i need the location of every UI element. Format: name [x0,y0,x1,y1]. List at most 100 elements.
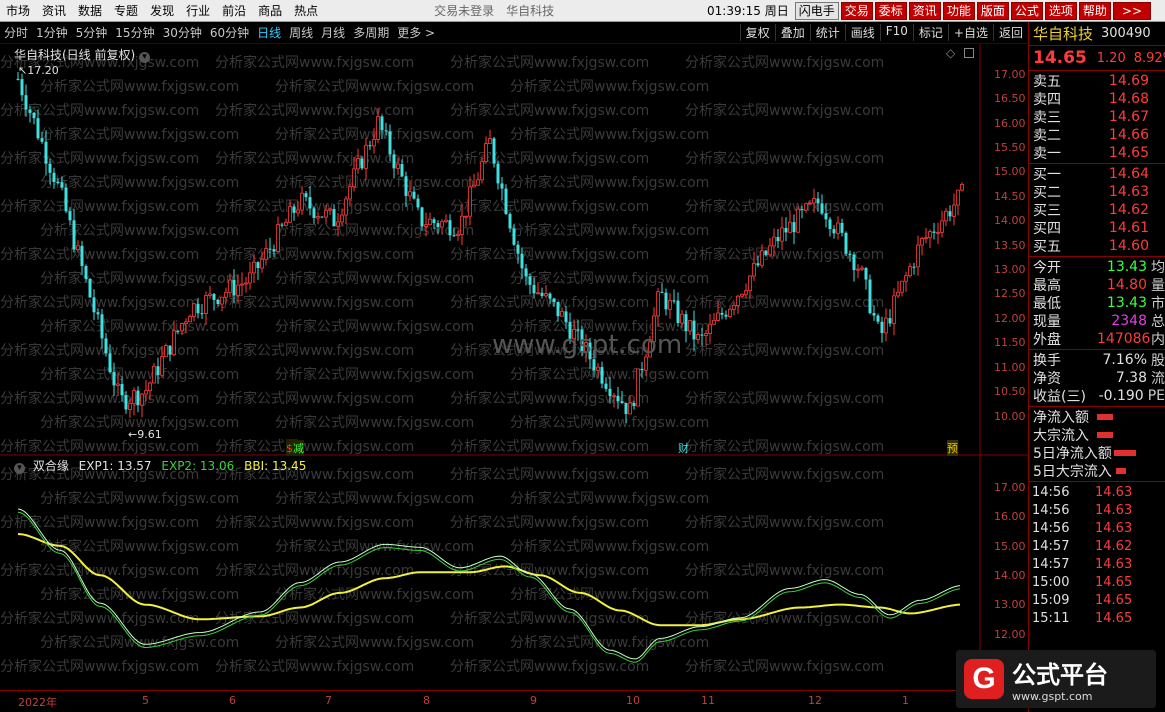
chevron-down-icon[interactable]: ▾ [139,52,151,63]
mark-button[interactable]: 标记 [912,24,948,41]
y-tick: 17.00 [994,481,1026,494]
event-marker-reduce[interactable]: $减 [286,440,304,456]
statistics-button[interactable]: 统计 [809,24,845,41]
bid-row[interactable]: 买一 14.64 [1029,165,1165,183]
bid-row[interactable]: 买二 14.63 [1029,183,1165,201]
login-status[interactable]: 交易未登录 [434,2,494,19]
indicator-menu-icon[interactable]: ▾ [14,463,25,474]
bid-row[interactable]: 买三 14.62 [1029,201,1165,219]
candle-body [448,220,452,236]
candle-body [524,268,528,277]
candlestick-chart[interactable]: 分析家公式网www.fxjgsw.com 分析家公式网www.fxjgsw.com… [0,44,1028,456]
function-button[interactable]: 功能 [942,1,975,20]
ask-row[interactable]: 卖五 14.69 [1029,72,1165,90]
period-multi[interactable]: 多周期 [349,24,393,41]
menu-item-frontier[interactable]: 前沿 [216,2,252,19]
site-logo: G 公式平台 www.gspt.com [956,650,1156,708]
candle-body [508,213,512,229]
period-15min[interactable]: 15分钟 [111,24,158,41]
candle-body [788,221,792,233]
candle-body [32,112,36,119]
ask-label: 卖一 [1033,146,1061,162]
add-watchlist-button[interactable]: +自选 [947,24,993,41]
menu-item-industry[interactable]: 行业 [180,2,216,19]
draw-line-button[interactable]: 画线 [844,24,880,41]
event-marker-forecast[interactable]: 预 [947,440,958,456]
bid-row[interactable]: 买四 14.61 [1029,219,1165,237]
candle-body [264,248,268,260]
candle-body [456,233,460,237]
menu-item-topic[interactable]: 专题 [108,2,144,19]
indicator-chart[interactable]: 分析家公式网www.fxjgsw.com 分析家公式网www.fxjgsw.com… [0,456,1028,690]
flow-row[interactable]: 5日大宗流入 [1029,462,1165,480]
help-button[interactable]: 帮助 [1078,1,1111,20]
menu-item-data[interactable]: 数据 [72,2,108,19]
overlay-button[interactable]: 叠加 [774,24,810,41]
candle-body [424,224,428,227]
indicator-name[interactable]: 双合缘 [33,459,69,473]
stat-value: 14.80 [1106,277,1147,293]
period-1min[interactable]: 1分钟 [32,24,72,41]
y-tick: 10.00 [994,410,1026,423]
menu-item-market[interactable]: 市场 [0,2,36,19]
f10-button[interactable]: F10 [879,24,913,41]
candle-body [436,223,440,227]
y-tick: 13.50 [994,239,1026,252]
candle-body [388,131,392,155]
period-60min[interactable]: 60分钟 [206,24,253,41]
period-more[interactable]: 更多 > [393,24,439,41]
bid-row[interactable]: 买五 14.60 [1029,237,1165,255]
period-daily[interactable]: 日线 [253,24,285,41]
candle-body [368,145,372,147]
menu-item-news[interactable]: 资讯 [36,2,72,19]
ask-label: 卖三 [1033,110,1061,126]
adjust-button[interactable]: 复权 [739,24,775,41]
event-marker-finance[interactable]: 财 [678,440,689,456]
exp1-legend: EXP1: 13.57 [78,459,152,473]
options-button[interactable]: 选项 [1044,1,1077,20]
ask-row[interactable]: 卖一 14.65 [1029,144,1165,162]
stat-value: -0.190 [1098,388,1144,404]
chart-title-text: 华自科技(日线 前复权) [14,48,136,62]
flow-row[interactable]: 大宗流入 [1029,426,1165,444]
ask-row[interactable]: 卖二 14.66 [1029,126,1165,144]
period-5min[interactable]: 5分钟 [72,24,112,41]
ask-row[interactable]: 卖三 14.67 [1029,108,1165,126]
candle-body [928,231,932,239]
trade-button[interactable]: 交易 [840,1,873,20]
diamond-icon[interactable]: ◇ [946,46,955,60]
menu-item-hot[interactable]: 热点 [288,2,324,19]
order-button[interactable]: 委标 [874,1,907,20]
period-tick[interactable]: 分时 [0,24,32,41]
candle-body [156,366,160,376]
menu-item-commodity[interactable]: 商品 [252,2,288,19]
menu-item-discover[interactable]: 发现 [144,2,180,19]
layout-button[interactable]: 版面 [976,1,1009,20]
stat-value: 147086 [1097,331,1151,347]
formula-button[interactable]: 公式 [1010,1,1043,20]
more-menu-button[interactable]: >> [1112,1,1151,20]
back-button[interactable]: 返回 [992,24,1028,41]
candle-body [768,245,772,256]
stat-label: 今开 [1033,260,1061,276]
candle-body [496,163,500,184]
candle-body [824,213,828,220]
candle-body [24,95,28,110]
maximize-icon[interactable] [964,48,974,58]
candle-body [192,303,196,317]
candle-body [384,130,388,132]
flow-row[interactable]: 5日净流入额 [1029,444,1165,462]
period-weekly[interactable]: 周线 [285,24,317,41]
flow-row[interactable]: 净流入额 [1029,408,1165,426]
period-monthly[interactable]: 月线 [317,24,349,41]
period-30min[interactable]: 30分钟 [159,24,206,41]
flash-trade-button[interactable]: 闪电手 [794,1,839,20]
candle-body [548,293,552,299]
candle-body [492,138,496,164]
stat-value: 13.43 [1106,295,1147,311]
info-button[interactable]: 资讯 [908,1,941,20]
price-change: 1.20 [1096,50,1126,66]
clock: 01:39:15 周日 [707,2,789,19]
ask-row[interactable]: 卖四 14.68 [1029,90,1165,108]
candle-body [188,316,192,323]
